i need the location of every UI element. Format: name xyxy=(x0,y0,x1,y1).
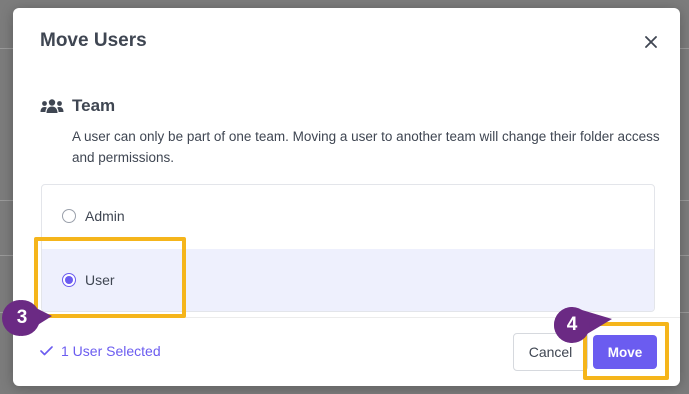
close-icon xyxy=(645,36,657,48)
selected-users-count: 1 User Selected xyxy=(40,343,161,359)
close-button[interactable] xyxy=(641,32,661,52)
check-icon xyxy=(40,346,53,356)
role-label-admin: Admin xyxy=(85,208,125,224)
callout-badge-4: 4 xyxy=(550,305,616,345)
selected-users-text: 1 User Selected xyxy=(61,343,161,359)
callout-badge-3: 3 xyxy=(2,298,68,338)
radio-admin[interactable] xyxy=(62,209,76,223)
users-group-icon xyxy=(40,98,64,114)
dialog-title: Move Users xyxy=(40,30,147,51)
team-section-title: Team xyxy=(72,96,116,115)
callout-number-3: 3 xyxy=(16,307,28,328)
team-section-description: A user can only be part of one team. Mov… xyxy=(72,129,660,165)
callout-number-4: 4 xyxy=(566,314,578,335)
team-section-heading: Team xyxy=(40,96,115,116)
